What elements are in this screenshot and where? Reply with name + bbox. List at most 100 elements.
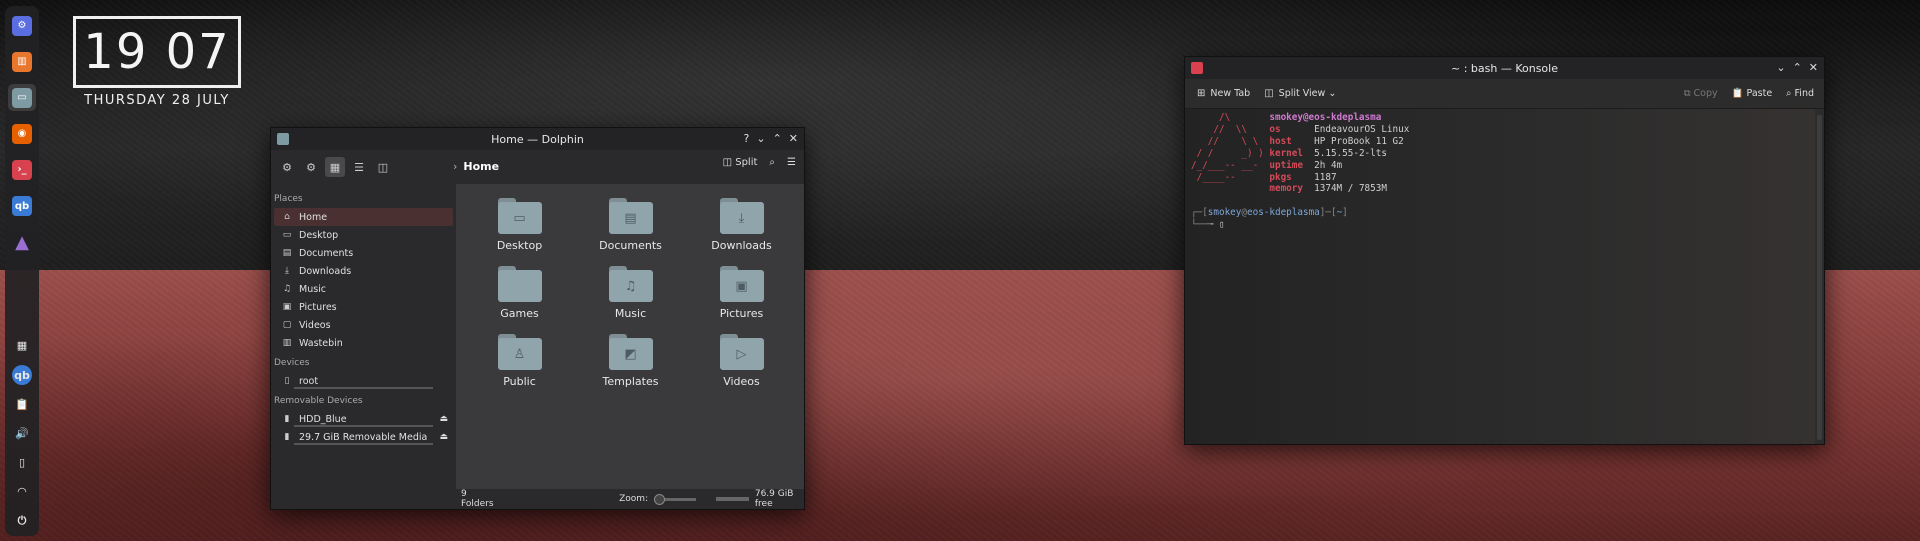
search-button[interactable]: ⌕ [769,157,775,168]
pictures-folder-icon: ▣ [719,266,764,302]
dolphin-toolbar: ⚙ ⚙ ▦ ☰ ◫ › Home ◫ Split ⌕ ☰ [271,150,804,184]
folder-emblem [497,270,542,302]
qbittorrent-tray-button[interactable]: qb [8,361,36,388]
file-view[interactable]: ▭ Desktop ▤ Documents ⤓ Downloads Games ♫ Music ▣… [456,184,804,489]
folder-item[interactable]: ▤ Documents [575,198,686,252]
sidebar-item-home[interactable]: ⌂ Home [274,208,453,226]
sidebar-item-label: Music [299,283,327,295]
sidebar-item-root[interactable]: ▯ root [274,372,453,390]
qbittorrent-app-launcher[interactable]: qb [8,192,36,219]
terminal-output[interactable]: /\ smokey@eos-kdeplasma // \\ os Endeavo… [1185,109,1815,444]
dolphin-title: Home — Dolphin [491,132,584,146]
chevron-down-icon: ⌄ [1328,88,1337,99]
firefox-app-launcher[interactable]: ◉ [8,120,36,147]
maximize-button[interactable]: ⌃ [773,132,782,145]
breadcrumb[interactable]: › Home [453,160,499,173]
sidebar-item-music[interactable]: ♫ Music [274,280,453,298]
help-button[interactable]: ? [744,132,750,145]
terminal-scrollbar[interactable] [1817,115,1822,440]
split-view-button[interactable]: ◫ Split View ⌄ [1264,88,1336,99]
sidebar-item-label: Home [299,211,328,223]
folder-item[interactable]: ♫ Music [575,266,686,320]
power-tray-button[interactable]: ⏻ [8,507,36,534]
folder-emblem: ▣ [719,270,764,302]
ascii-logo-line: /\ [1191,112,1231,123]
ascii-logo-line: /_/___-- __- [1191,159,1259,171]
dolphin-titlebar[interactable]: Home — Dolphin ? ⌄ ⌃ ✕ [271,128,804,150]
dolphin-statusbar: 9 Folders Zoom: 76.9 GiB free [456,489,804,509]
sidebar-item-hdd-blue[interactable]: ▮ HDD_Blue ⏏ [274,410,453,428]
zoom-slider[interactable] [654,493,696,505]
menu-button[interactable]: ☰ [787,157,796,168]
terminal-line: ┌─[smokey@eos-kdeplasma]─[~] [1191,207,1815,219]
minimize-button[interactable]: ⌄ [756,132,765,145]
free-space-bar [715,497,749,501]
folder-item[interactable]: Games [464,266,575,320]
public-folder-icon: ♙ [497,334,542,370]
prompt-frame: └──╼ [1191,219,1219,231]
folder-item[interactable]: ◩ Templates [575,334,686,388]
templates-folder-icon: ◩ [608,334,653,370]
sidebar-item-downloads[interactable]: ⤓ Downloads [274,262,453,280]
terminal-line: // \ \ host HP ProBook 11 G2 [1191,136,1815,148]
dolphin-app-launcher[interactable]: ▭ [8,84,36,112]
device-tray-button[interactable]: ▯ [8,449,36,476]
icons-view-button[interactable]: ▦ [325,157,345,177]
split-icon: ◫ [722,157,733,168]
new-tab-button[interactable]: ⊞ New Tab [1197,88,1250,99]
videos-folder-icon: ▷ [719,334,764,370]
folder-item[interactable]: ▣ Pictures [686,266,797,320]
konsole-titlebar[interactable]: ~ : bash — Konsole ⌄ ⌃ ✕ [1185,57,1824,79]
forward-button[interactable]: ⚙ [301,157,321,177]
fetch-value-host: HP ProBook 11 G2 [1314,135,1404,147]
sidebar-item-label: Wastebin [299,337,343,349]
paste-button[interactable]: 📋 Paste [1732,88,1773,99]
sidebar-item-desktop[interactable]: ▭ Desktop [274,226,453,244]
close-button[interactable]: ✕ [1809,61,1818,74]
terminal-line: // \\ os EndeavourOS Linux [1191,124,1815,136]
find-button[interactable]: ⌕ Find [1786,88,1814,99]
left-dock-panel: ⚙ ▥ ▭ ◉ ›_ qb ▲ ▦ qb 📋 🔊 ▯ ◠ ⏻ [5,6,39,536]
sidebar-item-pictures[interactable]: ▣ Pictures [274,298,453,316]
sidebar-header-places: Places [274,194,303,204]
app-launcher-launcher[interactable]: ⚙ [8,12,36,39]
volume-tray-button[interactable]: 🔊 [8,420,36,447]
htop-app-launcher[interactable]: ▥ [8,48,36,75]
sidebar-item-wastebin[interactable]: ▥ Wastebin [274,334,453,352]
clipboard-tray-button[interactable]: 📋 [8,391,36,418]
maximize-button[interactable]: ⌃ [1793,61,1802,74]
fetch-key-host: host [1269,135,1292,147]
konsole-app-launcher[interactable]: ›_ [8,156,36,183]
fetch-value-uptime: 2h 4m [1314,159,1343,171]
terminal-line: /\ smokey@eos-kdeplasma [1191,112,1815,124]
folder-label: Music [614,307,647,320]
app-launcher-icon: ⚙ [12,15,32,36]
fetch-key-memory: memory [1269,183,1303,195]
sidebar-item-documents[interactable]: ▤ Documents [274,244,453,262]
sidebar-item-label: root [299,375,319,387]
wifi-tray-button[interactable]: ◠ [8,478,36,505]
copy-button[interactable]: ⧉ Copy [1684,88,1718,99]
folder-item[interactable]: ♙ Public [464,334,575,388]
eject-icon[interactable]: ⏏ [439,414,448,424]
split-button[interactable]: ◫ Split [723,157,758,168]
terminal-cursor: ▯ [1219,219,1225,231]
back-button[interactable]: ⚙ [277,157,297,177]
sidebar-item-29-7-gib-removable-media[interactable]: ▮ 29.7 GiB Removable Media ⏏ [274,428,453,446]
folder-item[interactable]: ▭ Desktop [464,198,575,252]
breadcrumb-home[interactable]: Home [463,160,499,173]
folder-item[interactable]: ▷ Videos [686,334,797,388]
zoom-slider-handle[interactable] [654,493,666,505]
dolphin-title-icon [277,133,289,145]
sidebar-item-label: Pictures [299,301,337,313]
compact-view-button[interactable]: ☰ [349,157,369,177]
details-view-button[interactable]: ◫ [373,157,393,177]
minimize-button[interactable]: ⌄ [1776,61,1785,74]
endeavour-app-launcher[interactable]: ▲ [8,229,36,256]
eject-icon[interactable]: ⏏ [439,432,448,442]
firewall-tray-button[interactable]: ▦ [8,332,36,359]
sidebar-item-videos[interactable]: ▢ Videos [274,316,453,334]
capacity-bar [294,425,433,427]
close-button[interactable]: ✕ [789,132,798,145]
folder-item[interactable]: ⤓ Downloads [686,198,797,252]
